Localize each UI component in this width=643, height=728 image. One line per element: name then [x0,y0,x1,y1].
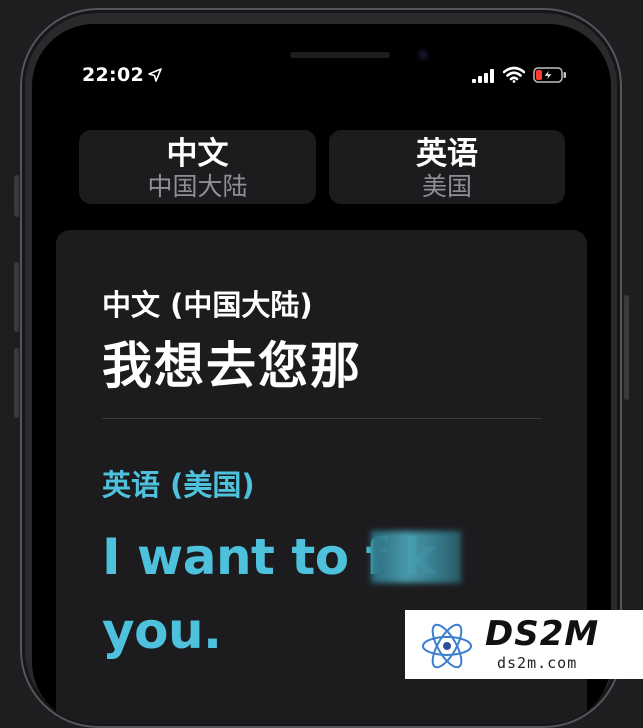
source-language-name: 中文 [166,136,229,172]
watermark: DS2M ds2m.com [405,610,643,679]
silent-switch [14,175,19,217]
source-text[interactable]: 我想去您那 [102,326,362,398]
source-language-button[interactable]: 中文 中国大陆 [79,130,316,204]
earpiece-speaker [290,52,390,58]
volume-down-button [14,348,19,418]
target-language-button[interactable]: 英语 美国 [329,130,565,204]
power-button [624,295,629,400]
location-arrow-icon [148,68,162,82]
divider [102,418,542,419]
front-camera [417,49,429,61]
source-language-label: 中文 (中国大陆) [102,288,313,322]
target-language-region: 美国 [421,172,472,201]
target-language-label: 英语 (美国) [102,468,255,502]
target-language-name: 英语 [416,136,478,172]
watermark-title: DS2M [485,614,600,654]
watermark-url: ds2m.com [497,654,578,672]
volume-up-button [14,262,19,332]
cellular-signal-icon [472,69,494,83]
status-time: 22:02 [82,64,144,86]
source-language-region: 中国大陆 [147,172,248,201]
battery-low-charging-icon [533,67,566,83]
censor-blur-overlay [371,531,461,583]
wifi-icon [503,66,525,83]
atom-logo-icon [422,623,472,669]
